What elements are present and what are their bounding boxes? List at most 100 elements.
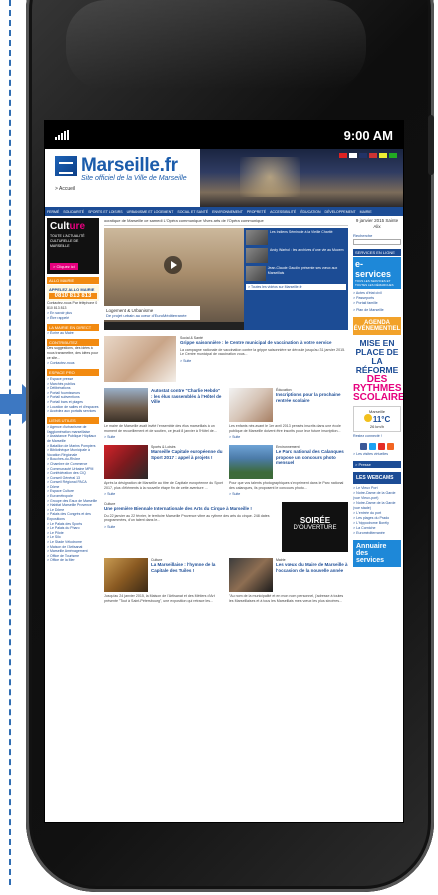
nav-item[interactable]: ÉDUCATION <box>300 210 320 214</box>
nav-item[interactable]: SPORTS ET LOISIRS <box>88 210 123 214</box>
list-item-link[interactable]: > Bibliothèque Municipale à Vocation Rég… <box>47 448 99 457</box>
list-item-link[interactable]: > Office de la Mer <box>47 558 99 563</box>
article-title[interactable]: Grippe saisonnière : le Centre municipal… <box>180 340 348 346</box>
article-more-link[interactable]: > Suite <box>104 435 223 439</box>
nav-item[interactable]: SOLIDARITÉ <box>63 210 84 214</box>
article-title[interactable]: Le Parc national des Calanques propose u… <box>276 449 348 466</box>
nav-item[interactable]: URBANISME ET LOGEMENT <box>127 210 174 214</box>
article-cirque[interactable]: Culture Une première Biennale Internatio… <box>104 496 348 553</box>
school-reform-banner[interactable]: MISE EN PLACE DE LA RÉFORME DES RYTHMES … <box>353 339 403 403</box>
culture-text: TOUTE L'ACTUALITÉ CULTURELLE DE MARSEILL… <box>50 234 85 248</box>
webcams-heading[interactable]: LES WEBCAMS <box>353 472 401 484</box>
nav-item[interactable]: FERMÉ <box>47 210 59 214</box>
search-input[interactable] <box>353 239 401 245</box>
virtual-tours-link[interactable]: > Les visites virtuelles <box>353 452 401 457</box>
nav-item[interactable]: ACCESSIBILITÉ <box>270 210 296 214</box>
article-title[interactable]: Marseille Capitale européenne du Sport 2… <box>151 449 223 460</box>
city-map-link[interactable]: > Plan de Marseille <box>353 308 401 313</box>
contact-us-link[interactable]: > Contactez-nous <box>47 361 99 366</box>
status-time: 9:00 AM <box>343 127 393 143</box>
rss-icon[interactable] <box>387 443 394 450</box>
article-body: Jusqu'au 24 janvier 2015, la Maison de l… <box>104 594 215 603</box>
twitter-icon[interactable] <box>369 443 376 450</box>
article-sport[interactable]: Sports & Loisirs Marseille Capitale euro… <box>104 445 223 496</box>
list-item-link[interactable]: > Euroméditerranée <box>353 531 401 536</box>
agenda-banner[interactable]: AGENDA ÉVÉNEMENTIEL <box>353 317 401 335</box>
culture-title-part2: ure <box>69 221 86 232</box>
all-videos-link[interactable]: > Toutes les vidéos sur Marseille.fr <box>246 284 346 290</box>
culture-cta-button[interactable]: > Cliquez ici <box>50 263 78 270</box>
callback-link[interactable]: > Être rappelé <box>47 316 99 321</box>
video-thumb[interactable]: Jean-Claude Gaudin présente ses vœux aux… <box>246 266 346 281</box>
list-item-link[interactable]: > Portail famille <box>353 301 401 306</box>
article-voeux[interactable]: Mairie Les vœux du Maire de Marseille à … <box>229 558 348 603</box>
allo-label: APPELEZ ALLO MAIRIE <box>49 287 95 292</box>
nav-item[interactable]: MAIRIE <box>360 210 372 214</box>
left-column: Culture TOUTE L'ACTUALITÉ CULTURELLE DE … <box>45 216 101 816</box>
article-artisanat[interactable]: Culture La Marseillaise : l'hymne de la … <box>104 558 223 603</box>
list-item-link[interactable]: > Assistance Publique Hôpitaux de Marsei… <box>47 434 99 443</box>
video-thumbnail <box>246 266 266 281</box>
logo-subtitle: Site officiel de la Ville de Marseille <box>81 175 187 182</box>
pro-links-list: > Espace presse > Marchés publics > Délibé… <box>47 377 99 409</box>
list-item-link[interactable]: > Agence d'urbanisme de l'agglomération … <box>47 425 99 434</box>
article-title[interactable]: Inscriptions pour la prochaine rentrée s… <box>276 392 348 403</box>
article-title[interactable]: Une première Biennale Internationale des… <box>104 506 278 512</box>
breadcrumb[interactable]: > Accueil <box>55 186 200 192</box>
weather-widget[interactable]: Marseille 11°C 26 km/h <box>353 406 401 432</box>
article-title[interactable]: Autostat contre "Charlie Hebdo" : les él… <box>151 388 223 405</box>
list-item-link[interactable]: > Notre-Dame de la Garde (vue stade) <box>353 501 401 511</box>
write-mayor-link[interactable]: > Écrire au Maire <box>47 331 99 336</box>
page-content: Culture TOUTE L'ACTUALITÉ CULTURELLE DE … <box>45 216 403 816</box>
dashed-connector-line <box>9 0 11 885</box>
article-title[interactable]: La Marseillaise : l'hymne de la Capitale… <box>151 562 223 573</box>
article-more-link[interactable]: > Suite <box>104 492 223 496</box>
list-item-link[interactable]: > Palais des Congrès et des Expositions <box>47 512 99 521</box>
video-controls[interactable] <box>104 322 244 330</box>
article-more-link[interactable]: > Suite <box>229 435 348 439</box>
video-thumb[interactable]: Les Indiens Séminole à la Vieille Charit… <box>246 230 346 245</box>
article-body: Pour que vos talents photographiques s'e… <box>229 481 344 490</box>
nav-item[interactable]: ENVIRONNEMENT <box>212 210 243 214</box>
article-more-link[interactable]: > Suite <box>229 492 348 496</box>
press-link[interactable]: > Presse <box>353 461 401 468</box>
search-label: Recherche <box>353 233 373 238</box>
youtube-icon[interactable] <box>378 443 385 450</box>
site-logo[interactable]: Marseille.fr Site officiel de la Ville d… <box>45 149 200 207</box>
article-vaccination[interactable]: Social & Santé Grippe saisonnière : le C… <box>104 330 348 382</box>
eservices-subtitle: TOUS LES SERVICES ET TOUTES LES DÉMARCHE… <box>355 279 394 287</box>
allo-mairie-block[interactable]: APPELEZ ALLO MAIRIE 0810 813 813 <box>47 285 99 301</box>
nav-item[interactable]: SOCIAL ET SANTÉ <box>177 210 208 214</box>
article-charlie[interactable]: Autostat contre "Charlie Hebdo" : les él… <box>104 388 223 439</box>
pro-portal-link[interactable]: > Accédez aux portails services <box>47 409 99 414</box>
video-player[interactable]: Logement & Urbanisme De projet urbain au… <box>104 228 348 330</box>
article-body: Les enfants nés avant le 1er avril 2013 … <box>229 424 341 433</box>
nav-item[interactable]: PROPRETÉ <box>247 210 266 214</box>
facebook-icon[interactable] <box>360 443 367 450</box>
pro-heading: ESPACE PRO <box>47 369 99 376</box>
article-education[interactable]: Éducation Inscriptions pour la prochaine… <box>229 388 348 439</box>
contact-text: Contactez-nous Par téléphone 0 810 813 8… <box>47 301 98 310</box>
news-ticker[interactable]: ocratique de Marseille ce samedi L'Opéra… <box>104 218 348 226</box>
nav-item[interactable]: DÉVELOPPEMENT <box>325 210 356 214</box>
services-directory-banner[interactable]: Annuaire des services <box>353 540 401 567</box>
article-image <box>104 558 148 593</box>
article-title[interactable]: Les vœux du Maire de Marseille à l'occas… <box>276 562 348 573</box>
video-thumb[interactable]: Andy Warhol : les archives d'une vie au … <box>246 248 346 263</box>
article-calanques[interactable]: Environnement Le Parc national des Calan… <box>229 445 348 496</box>
video-main[interactable]: Logement & Urbanisme De projet urbain au… <box>104 228 244 330</box>
article-image <box>229 388 273 422</box>
article-more-link[interactable]: > Suite <box>180 359 348 363</box>
culture-banner[interactable]: Culture TOUTE L'ACTUALITÉ CULTURELLE DE … <box>47 218 99 274</box>
video-thumbnail <box>246 248 268 263</box>
language-flags[interactable] <box>339 153 397 158</box>
article-more-link[interactable]: > Suite <box>104 525 278 529</box>
play-icon[interactable] <box>164 256 182 274</box>
phone-gloss <box>66 0 366 90</box>
useful-links-list: > Agence d'urbanisme de l'agglomération … <box>47 425 99 563</box>
eservices-banner[interactable]: e-services TOUS LES SERVICES ET TOUTES L… <box>353 257 401 289</box>
video-thumb-label: Andy Warhol : les archives d'une vie au … <box>270 248 344 252</box>
article-image <box>104 336 176 382</box>
list-item-link[interactable]: > Notre-Dame de la Garde (vue Vieux-port… <box>353 491 401 501</box>
weather-temp: 11°C <box>372 415 391 424</box>
